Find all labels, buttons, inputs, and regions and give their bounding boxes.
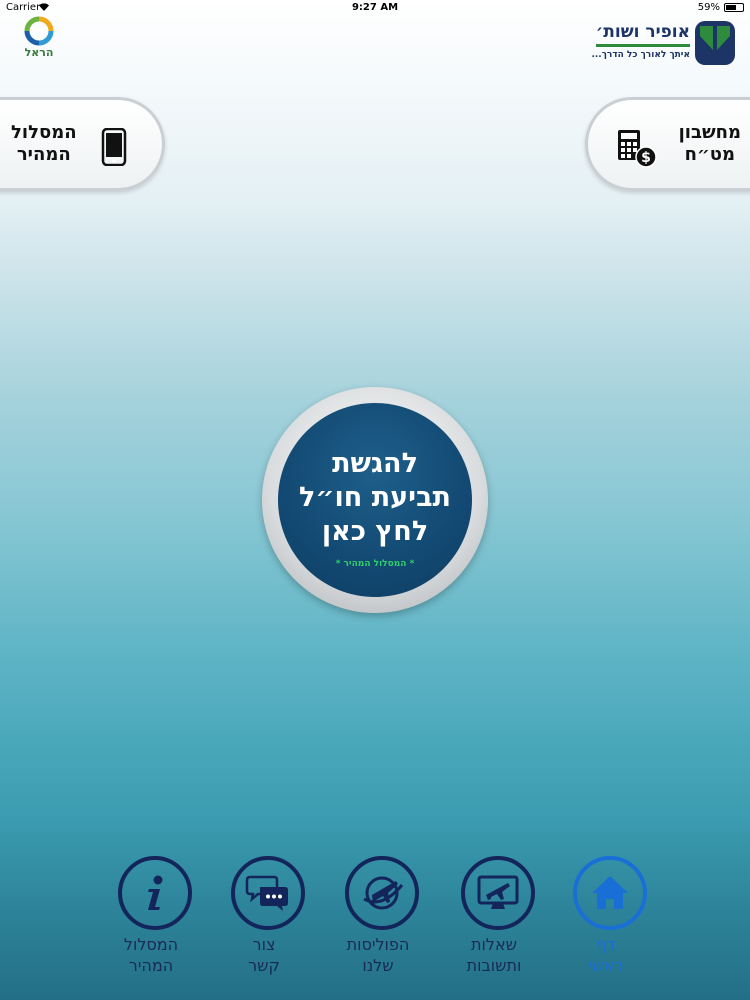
- ofir-logo: אופיר ושות׳ איתך לאורך כל הדרך...: [586, 20, 736, 70]
- submit-claim-line2: תביעת חו״ל: [298, 482, 451, 513]
- nav-label: הפוליסות שלנו: [346, 935, 410, 975]
- currency-calculator-label: מחשבון מט״ח: [678, 122, 741, 165]
- submit-claim-subtitle: * המסלול המהיר *: [335, 559, 415, 569]
- submit-claim-button[interactable]: להגשת תביעת חו״ל לחץ כאן * המסלול המהיר …: [262, 387, 488, 613]
- phone-icon: [101, 128, 127, 166]
- submit-claim-inner: להגשת תביעת חו״ל לחץ כאן * המסלול המהיר …: [278, 403, 472, 597]
- battery-icon: [724, 3, 744, 12]
- nav-circle: [345, 856, 419, 930]
- harel-logo: הראל: [20, 16, 58, 62]
- bottom-nav: המסלול המהיר צור קשר הפוליסות שלנו שאלות…: [0, 852, 750, 992]
- status-time: 9:27 AM: [351, 2, 399, 13]
- battery-percent: 59%: [697, 2, 720, 13]
- chat-bubbles-icon: [245, 875, 288, 911]
- ofir-logo-mark: [695, 21, 735, 65]
- nav-circle: [573, 856, 647, 930]
- submit-claim-line3: לחץ כאן: [321, 516, 429, 547]
- nav-circle: [118, 856, 192, 930]
- currency-calculator-button[interactable]: $ מחשבון מט״ח: [585, 97, 750, 191]
- status-bar: Carrier 9:27 AM 59%: [0, 0, 750, 16]
- home-icon: [592, 876, 628, 909]
- fast-track-side-button[interactable]: המסלול המהיר: [0, 97, 165, 191]
- nav-label: צור קשר: [248, 935, 280, 975]
- submit-claim-line1: להגשת: [332, 448, 418, 479]
- globe-plane-icon: [363, 876, 404, 910]
- harel-logo-text: הראל: [24, 46, 54, 59]
- ofir-logo-underline: [596, 44, 690, 47]
- ofir-logo-slogan: איתך לאורך כל הדרך...: [591, 50, 690, 60]
- nav-circle: [461, 856, 535, 930]
- ofir-logo-name: אופיר ושות׳: [595, 22, 690, 42]
- fast-track-side-label: המסלול המהיר: [11, 122, 77, 165]
- nav-label: שאלות ותשובות: [466, 935, 522, 975]
- svg-text:$: $: [641, 150, 651, 166]
- nav-label: דף ראשי: [588, 935, 624, 975]
- calculator-dollar-icon: $: [618, 130, 657, 168]
- info-icon: [148, 875, 163, 910]
- monitor-plane-icon: [477, 875, 519, 909]
- nav-label: המסלול המהיר: [123, 935, 179, 975]
- harel-logo-icon: [24, 16, 54, 46]
- nav-circle: [231, 856, 305, 930]
